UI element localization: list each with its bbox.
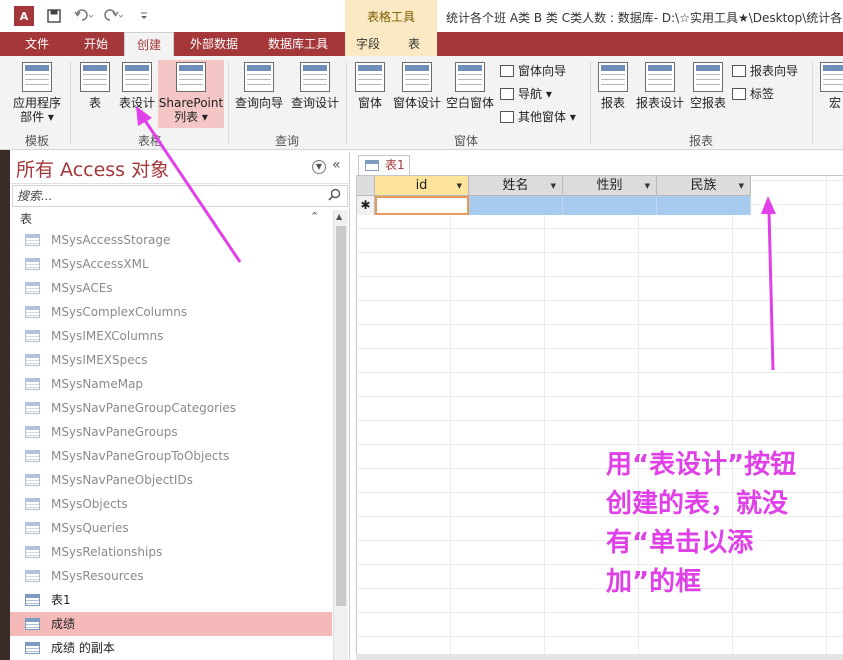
annotation-text: 用“表设计”按钮创建的表，就没有“单击以添加”的框 bbox=[606, 450, 797, 597]
access-window: A 表格工具 统计各个班 A类 B 类 C类人数 : 数据库- D:\☆实用工具… bbox=[0, 0, 843, 660]
arrow-to-header-end bbox=[761, 196, 776, 371]
arrow-to-table-design bbox=[136, 106, 242, 263]
